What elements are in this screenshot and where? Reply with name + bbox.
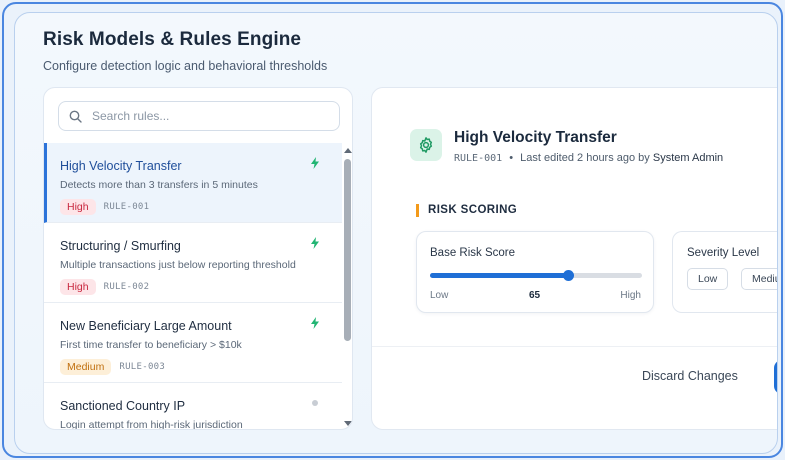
severity-badge: Medium <box>60 359 112 375</box>
page-title: Risk Models & Rules Engine <box>43 29 302 50</box>
rule-description: Multiple transactions just below reporti… <box>60 259 296 271</box>
risk-score-slider[interactable] <box>430 270 642 281</box>
rule-description: Login attempt from high-risk jurisdictio… <box>60 419 243 430</box>
rule-item-sanctioned-country-ip[interactable]: Sanctioned Country IP Login attempt from… <box>44 383 342 430</box>
severity-level-card: Severity Level Low Medium <box>672 231 777 313</box>
severity-option-medium[interactable]: Medium <box>741 268 777 290</box>
rule-list-scrollbar[interactable] <box>342 143 352 429</box>
discard-changes-button[interactable]: Discard Changes <box>642 369 738 383</box>
rule-item-high-velocity-transfer[interactable]: High Velocity Transfer Detects more than… <box>44 143 342 223</box>
slider-min-label: Low <box>430 290 449 301</box>
rule-id: RULE-001 <box>103 202 150 212</box>
editor-name: System Admin <box>652 152 724 164</box>
severity-badge: High <box>60 199 96 215</box>
severity-level-label: Severity Level <box>687 247 760 259</box>
rule-id: RULE-002 <box>103 282 150 292</box>
base-risk-score-card: Base Risk Score Low 65 High <box>416 231 654 313</box>
page-subtitle: Configure detection logic and behavioral… <box>43 59 328 73</box>
save-changes-button[interactable] <box>774 360 777 394</box>
outer-frame: Risk Models & Rules Engine Configure det… <box>2 2 783 458</box>
rule-description: Detects more than 3 transfers in 5 minut… <box>60 179 258 191</box>
rule-item-structuring-smurfing[interactable]: Structuring / Smurfing Multiple transact… <box>44 223 342 303</box>
bolt-icon <box>311 317 319 329</box>
footer-divider <box>372 346 777 347</box>
inactive-dot-icon <box>312 400 318 406</box>
search-input[interactable] <box>92 109 322 123</box>
severity-option-low[interactable]: Low <box>687 268 729 290</box>
page-header: Risk Models & Rules Engine Configure det… <box>43 29 327 73</box>
scroll-up-arrow-icon[interactable] <box>344 148 352 153</box>
slider-fill <box>430 273 568 278</box>
bolt-icon <box>311 237 319 249</box>
rule-list: High Velocity Transfer Detects more than… <box>44 143 342 430</box>
rule-id: RULE-003 <box>119 362 166 372</box>
rule-detail-id: RULE-001 <box>454 153 503 164</box>
scrollbar-thumb[interactable] <box>344 159 351 341</box>
rule-name: Sanctioned Country IP <box>60 399 186 413</box>
rule-description: First time transfer to beneficiary > $10… <box>60 339 242 351</box>
meta-separator: • <box>509 152 514 164</box>
rule-name: High Velocity Transfer <box>60 159 182 173</box>
search-box[interactable] <box>58 101 340 131</box>
rules-panel: High Velocity Transfer Detects more than… <box>43 87 353 430</box>
severity-badge: High <box>60 279 96 295</box>
app-window: Risk Models & Rules Engine Configure det… <box>14 12 778 454</box>
rule-item-new-beneficiary-large-amount[interactable]: New Beneficiary Large Amount First time … <box>44 303 342 383</box>
rule-icon-tile <box>410 129 442 161</box>
section-label-risk-scoring: RISK SCORING <box>416 204 517 217</box>
scroll-down-arrow-icon[interactable] <box>344 421 352 426</box>
rule-detail-meta: RULE-001 • Last edited 2 hours ago by Sy… <box>454 152 723 164</box>
bolt-icon <box>311 157 319 169</box>
rule-detail-title: High Velocity Transfer <box>454 129 617 146</box>
search-icon <box>69 110 82 123</box>
base-risk-score-label: Base Risk Score <box>430 247 516 259</box>
slider-max-label: High <box>620 290 641 301</box>
slider-value: 65 <box>529 290 541 301</box>
rule-name: New Beneficiary Large Amount <box>60 319 232 333</box>
gear-icon <box>419 137 433 153</box>
last-edited-text: Last edited 2 hours ago by <box>520 152 650 164</box>
slider-handle[interactable] <box>562 270 574 281</box>
rule-detail-panel: High Velocity Transfer RULE-001 • Last e… <box>371 87 777 430</box>
rule-name: Structuring / Smurfing <box>60 239 181 253</box>
